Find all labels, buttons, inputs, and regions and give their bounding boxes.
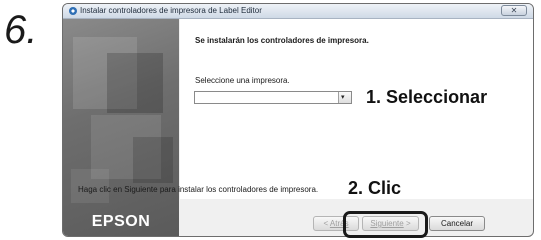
installer-window: Instalar controladores de impresora de L… bbox=[62, 3, 534, 237]
close-button[interactable]: ✕ bbox=[501, 5, 527, 16]
page-heading: Se instalarán los controladores de impre… bbox=[195, 36, 369, 45]
epson-logo: EPSON bbox=[91, 213, 151, 230]
title-bar: Instalar controladores de impresora de L… bbox=[63, 4, 533, 19]
installer-app-icon bbox=[69, 7, 77, 15]
footer-instruction: Haga clic en Siguiente para instalar los… bbox=[78, 185, 319, 194]
window-title: Instalar controladores de impresora de L… bbox=[80, 6, 262, 15]
step-number: 6. bbox=[4, 8, 38, 52]
close-icon: ✕ bbox=[510, 6, 518, 15]
side-panel: EPSON bbox=[63, 19, 179, 236]
next-button-highlight bbox=[343, 211, 428, 238]
cancel-button[interactable]: Cancelar bbox=[429, 216, 485, 231]
callout-select: 1. Seleccionar bbox=[362, 84, 492, 110]
decorative-square bbox=[133, 137, 173, 183]
printer-select[interactable]: ▾ bbox=[194, 91, 352, 104]
chevron-down-icon: ▾ bbox=[341, 94, 345, 101]
printer-dropdown-button[interactable]: ▾ bbox=[338, 92, 351, 103]
cancel-label: Cancelar bbox=[440, 219, 473, 228]
callout-click: 2. Clic bbox=[344, 177, 406, 199]
printer-select-label: Seleccione una impresora. bbox=[195, 76, 290, 85]
decorative-square bbox=[107, 53, 163, 113]
